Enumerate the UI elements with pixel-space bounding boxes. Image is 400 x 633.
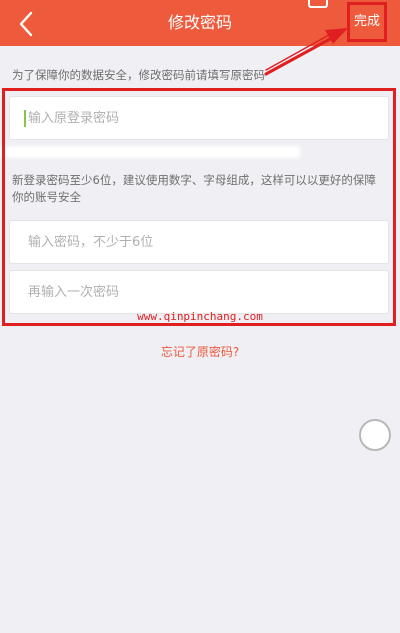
floating-assistive-button[interactable] [359, 419, 391, 451]
hint-text-top: 为了保障你的数据安全，修改密码前请填写原密码 [12, 68, 265, 82]
forgot-password-link[interactable]: 忘记了原密码? [0, 343, 400, 360]
annotation-highlight-box [2, 88, 396, 326]
watermark: www.qinpinchang.com [137, 310, 263, 323]
